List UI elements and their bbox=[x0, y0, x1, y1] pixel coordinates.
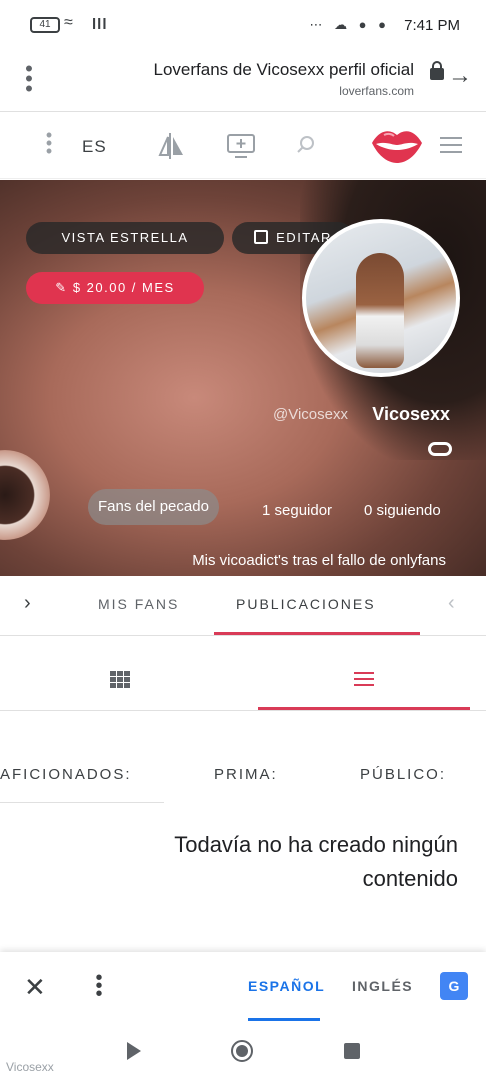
recents-icon[interactable] bbox=[344, 1043, 360, 1059]
post-categories: AFICIONADOS: PRIMA: PÚBLICO: bbox=[0, 712, 486, 808]
fans-badge[interactable]: Fans del pecado bbox=[88, 489, 219, 525]
display-name: Vicosexx bbox=[372, 404, 450, 424]
back-icon[interactable] bbox=[127, 1042, 141, 1060]
status-bar: 41 ≈ lll ⋯ ☁ ● ● 7:41 PM bbox=[0, 0, 486, 54]
subscription-price-button[interactable]: ✎ $ 20.00 / MES bbox=[26, 272, 204, 304]
cover-photo-eye bbox=[0, 450, 50, 540]
avatar-figure bbox=[356, 253, 404, 368]
tab-mis-fans[interactable]: MIS FANS bbox=[98, 596, 179, 612]
view-toggle-bar bbox=[0, 637, 486, 711]
following-count[interactable]: 0 siguiendo bbox=[364, 502, 441, 519]
category-prima[interactable]: PRIMA: bbox=[214, 766, 278, 783]
active-tab-indicator bbox=[214, 632, 420, 635]
vista-estrella-button[interactable]: VISTA ESTRELLA bbox=[26, 222, 224, 254]
category-aficionados[interactable]: AFICIONADOS: bbox=[0, 766, 132, 783]
category-divider bbox=[0, 802, 164, 803]
page-domain[interactable]: loverfans.com bbox=[339, 84, 414, 98]
broadcast-icon[interactable] bbox=[226, 133, 256, 159]
lock-icon[interactable] bbox=[430, 61, 444, 80]
watermark: Vicosexx bbox=[6, 1060, 54, 1074]
avatar[interactable] bbox=[302, 219, 460, 377]
translate-bar: ✕ • • • ESPAÑOL INGLÉS G bbox=[0, 952, 486, 1022]
mirror-icon[interactable] bbox=[158, 131, 186, 161]
pencil-icon: ✎ bbox=[55, 280, 68, 295]
profile-header: VISTA ESTRELLA EDITAR ✎ $ 20.00 / MES Vi… bbox=[0, 180, 486, 576]
browser-menu-icon[interactable]: • • • bbox=[18, 58, 40, 100]
translate-options-icon[interactable]: • • • bbox=[94, 968, 104, 1004]
signal-icon: lll bbox=[92, 16, 108, 33]
list-view-icon[interactable] bbox=[354, 672, 374, 690]
grid-view-icon[interactable] bbox=[110, 671, 131, 688]
empty-state-message: Todavía no ha creado ningún contenido bbox=[174, 832, 458, 891]
language-selector[interactable]: ES bbox=[82, 137, 107, 157]
category-publico[interactable]: PÚBLICO: bbox=[360, 766, 446, 783]
username-handle: @Vicosexx bbox=[273, 406, 348, 423]
image-edit-icon bbox=[254, 230, 269, 244]
active-view-indicator bbox=[258, 707, 470, 710]
profile-tabs: › MIS FANS PUBLICACIONES ‹ bbox=[0, 576, 486, 636]
clock: 7:41 PM bbox=[404, 17, 460, 34]
link-icon[interactable] bbox=[428, 442, 452, 456]
lips-logo[interactable] bbox=[370, 125, 424, 165]
tab-publicaciones[interactable]: PUBLICACIONES bbox=[236, 596, 376, 612]
chevron-right-icon[interactable]: › bbox=[24, 592, 31, 615]
search-icon[interactable] bbox=[296, 135, 316, 155]
followers-count[interactable]: 1 seguidor bbox=[262, 502, 332, 519]
battery-level: 41 bbox=[39, 19, 51, 30]
profile-bio: Mis vicoadict's tras el fallo de onlyfan… bbox=[192, 552, 446, 569]
vista-estrella-label: VISTA ESTRELLA bbox=[61, 230, 189, 245]
close-icon[interactable]: ✕ bbox=[24, 972, 46, 1003]
page-title[interactable]: Loverfans de Vicosexx perfil oficial bbox=[154, 60, 415, 80]
home-icon[interactable] bbox=[231, 1040, 253, 1062]
site-toolbar: • • • ES bbox=[0, 113, 486, 179]
battery-icon: 41 bbox=[30, 17, 60, 33]
price-label: $ 20.00 / MES bbox=[72, 280, 175, 295]
notification-icons: ⋯ ☁ ● ● bbox=[309, 17, 390, 32]
language-ingles[interactable]: INGLÉS bbox=[352, 978, 413, 994]
selected-language-indicator bbox=[248, 1018, 320, 1021]
forward-arrow-icon[interactable]: → bbox=[448, 62, 472, 90]
wifi-icon: ≈ bbox=[64, 14, 73, 31]
language-espanol[interactable]: ESPAÑOL bbox=[248, 978, 325, 994]
hamburger-menu-icon[interactable] bbox=[440, 137, 462, 158]
more-options-icon[interactable]: • • • bbox=[44, 126, 54, 160]
google-translate-icon: G bbox=[440, 972, 468, 1000]
system-nav-bar: Vicosexx bbox=[0, 1022, 486, 1080]
browser-address-bar: • • • Loverfans de Vicosexx perfil oficial… bbox=[0, 54, 486, 112]
chevron-left-icon[interactable]: ‹ bbox=[448, 592, 455, 615]
